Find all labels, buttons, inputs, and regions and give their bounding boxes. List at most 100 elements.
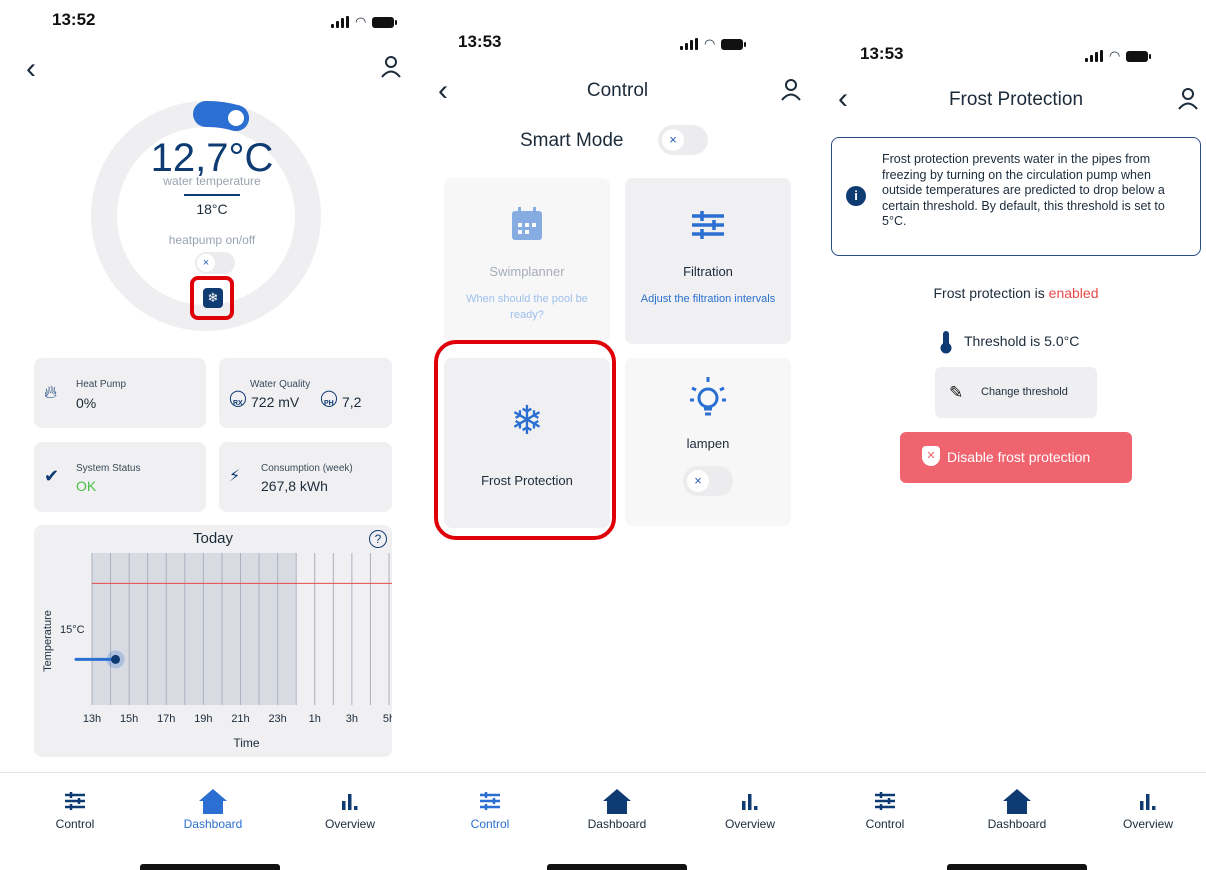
lightbulb-icon [690,377,726,416]
status-icons: ◠ [1085,48,1152,64]
home-indicator [547,864,687,870]
sliders-icon [480,792,500,810]
dashboard-screen: 13:52 ◠ ‹ 12,7°C water temperature 18°C … [0,0,410,870]
system-status-title: System Status [76,463,141,474]
shield-off-icon: ✕ [922,446,940,466]
chart-x-tick: 5h [383,713,392,725]
smart-mode-label: Smart Mode [520,130,624,151]
frost-protection-screen: 13:53 ◠ ‹ Frost Protection i Frost prote… [815,0,1206,870]
ph-value: 7,2 [342,394,362,410]
tab-label: Overview [1122,817,1173,831]
tab-dashboard[interactable]: Dashboard [158,785,268,831]
profile-icon[interactable] [1177,87,1199,116]
signal-icon [1085,50,1103,62]
tab-overview[interactable]: Overview [695,785,805,831]
check-circle-icon: ✔ [44,466,60,486]
tab-control[interactable]: Control [435,785,545,831]
tab-control[interactable]: Control [20,785,130,831]
plug-icon: ⚡︎ [229,468,241,485]
bar-chart-icon [1140,794,1156,810]
consumption-value: 267,8 kWh [261,478,328,494]
water-temperature-label: water temperature [163,174,261,188]
page-title: Control [586,80,649,101]
chart-x-tick: 19h [194,713,212,725]
chart-y-axis-label: Temperature [42,610,54,672]
info-icon: i [846,186,866,206]
info-text: Frost protection prevents water in the p… [882,152,1165,228]
chart-x-tick: 15h [120,713,138,725]
swimplanner-title: Swimplanner [489,264,565,279]
ph-sub: PH [324,400,334,407]
home-icon [1003,789,1031,814]
calendar-icon [512,207,542,240]
status-value: enabled [1048,285,1099,301]
chart-point [111,654,121,664]
tab-dashboard[interactable]: Dashboard [562,785,672,831]
signal-icon [680,38,698,50]
wifi-icon: ◠ [355,14,367,29]
sliders-icon [875,792,895,810]
home-indicator [947,864,1087,870]
status-time: 13:53 [860,44,904,63]
rx-sub: RX [233,400,243,407]
page-title: Frost Protection [948,89,1084,110]
consumption-title: Consumption (week) [261,463,353,474]
sliders-icon [692,211,724,239]
signal-icon [331,16,349,28]
wifi-icon: ◠ [1109,48,1121,63]
lampen-title: lampen [686,436,730,451]
battery-icon [372,16,398,28]
lampen-toggle[interactable]: × [683,466,733,496]
change-threshold-label: Change threshold [981,386,1068,398]
sliders-icon [65,792,85,810]
tab-bar: Control Dashboard Overview [815,772,1206,870]
highlight-frost-icon [190,276,234,320]
setpoint-value[interactable]: 18°C [0,201,410,217]
info-box: i Frost protection prevents water in the… [831,137,1201,256]
disable-frost-label: Disable frost protection [947,449,1091,465]
tab-label: Control [55,817,95,831]
tab-dashboard[interactable]: Dashboard [962,785,1072,831]
smart-mode-toggle[interactable]: × [658,125,708,155]
change-threshold-button[interactable]: ✎ Change threshold [935,367,1097,418]
bar-chart-icon [342,794,358,810]
heat-pump-card[interactable]: 🔥︎ Heat Pump 0% [34,358,206,428]
home-icon [199,789,227,814]
status-time: 13:52 [52,10,96,29]
chart-x-tick: 23h [268,713,286,725]
chart-y-tick: 15°C [60,624,85,636]
back-button[interactable]: ‹ [26,54,36,84]
tab-bar: Control Dashboard Overview [410,772,815,870]
filtration-tile[interactable]: Filtration Adjust the filtration interva… [625,178,791,344]
status-line: Frost protection is enabled [815,285,1206,301]
tab-control[interactable]: Control [830,785,940,831]
tab-label: Control [865,817,905,831]
consumption-card[interactable]: ⚡︎ Consumption (week) 267,8 kWh [219,442,392,512]
status-icons: ◠ [331,14,398,30]
filtration-desc: Adjust the filtration intervals [640,293,776,305]
wifi-icon: ◠ [704,36,716,51]
system-status-card[interactable]: ✔ System Status OK [34,442,206,512]
disable-frost-protection-button[interactable]: ✕ Disable frost protection [900,432,1132,483]
water-quality-card[interactable]: Water Quality ◯ RX 722 mV ◯ PH 7,2 [219,358,392,428]
profile-icon[interactable] [780,78,802,107]
tab-overview[interactable]: Overview [295,785,405,831]
status-icons: ◠ [680,36,747,52]
highlight-frost-tile [434,340,616,540]
threshold-text: Threshold is 5.0°C [964,333,1080,349]
swimplanner-tile[interactable]: Swimplanner When should the pool be read… [444,178,610,344]
status-prefix: Frost protection is [933,285,1049,301]
bar-chart-icon [742,794,758,810]
pencil-icon: ✎ [949,383,964,402]
tab-overview[interactable]: Overview [1093,785,1203,831]
heatpump-toggle[interactable]: × [195,252,235,274]
control-screen: 13:53 ◠ ‹ Control Smart Mode × Swimplann… [410,0,815,870]
temperature-chart: 13h 15h 17h 19h 21h 23h 1h 3h 5h 15°C Time Temperat… [42,553,392,750]
lampen-tile[interactable]: lampen × [625,358,791,526]
chart-x-tick: 13h [83,713,101,725]
tab-label: Dashboard [987,817,1047,831]
profile-icon[interactable] [380,55,402,84]
tab-bar: Control Dashboard Overview [0,772,410,870]
tab-label: Dashboard [587,817,647,831]
rx-value: 722 mV [251,394,300,410]
